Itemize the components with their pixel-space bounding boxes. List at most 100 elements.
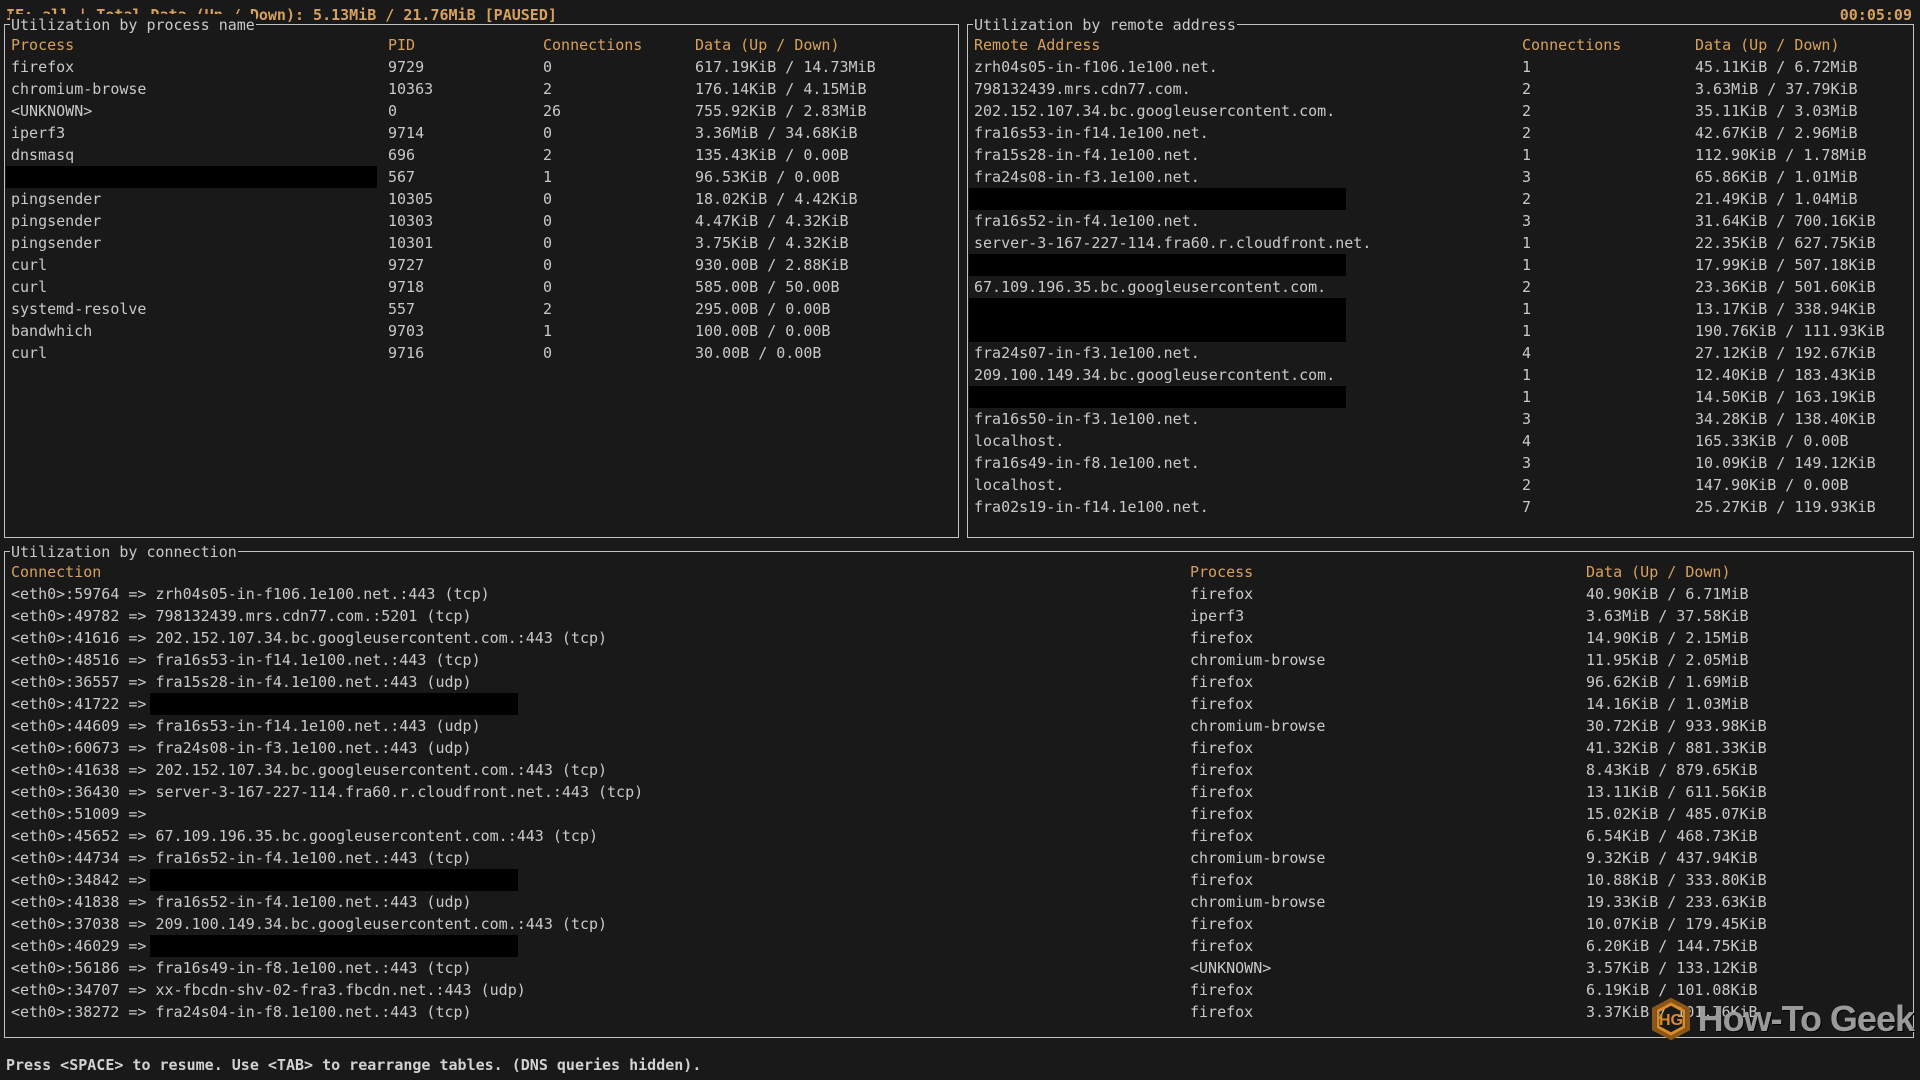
connections-count: 2 <box>1522 122 1695 144</box>
process-name: chromium-browse <box>1190 891 1586 913</box>
pid-value: 696 <box>388 144 543 166</box>
connection-endpoint: <eth0>:56186 => fra16s49-in-f8.1e100.net… <box>11 957 1190 979</box>
data-up-down: 3.57KiB / 133.12KiB <box>1586 957 1913 979</box>
data-up-down: 31.64KiB / 700.16KiB <box>1695 210 1913 232</box>
data-up-down: 41.32KiB / 881.33KiB <box>1586 737 1913 759</box>
connections-count: 2 <box>1522 78 1695 100</box>
redaction-box <box>150 869 518 891</box>
table-row: <eth0>:44609 => fra16s53-in-f14.1e100.ne… <box>5 715 1913 737</box>
data-up-down: 30.00B / 0.00B <box>695 342 958 364</box>
table-row: <eth0>:60673 => fra24s08-in-f3.1e100.net… <box>5 737 1913 759</box>
connections-count: 0 <box>543 342 695 364</box>
data-up-down: 9.32KiB / 437.94KiB <box>1586 847 1913 869</box>
howtogeek-wordmark: How-To Geek <box>1698 998 1914 1040</box>
pid-value: 9727 <box>388 254 543 276</box>
process-table-rows: firefox97290617.19KiB / 14.73MiBchromium… <box>5 56 958 364</box>
pid-value: 10303 <box>388 210 543 232</box>
data-up-down: 14.16KiB / 1.03MiB <box>1586 693 1913 715</box>
table-row: 221.49KiB / 1.04MiB <box>968 188 1913 210</box>
data-up-down: 34.28KiB / 138.40KiB <box>1695 408 1913 430</box>
remote-address: 67.109.196.35.bc.googleusercontent.com. <box>974 276 1522 298</box>
data-up-down: 35.11KiB / 3.03MiB <box>1695 100 1913 122</box>
connections-count: 4 <box>1522 430 1695 452</box>
process-table-header: Process PID Connections Data (Up / Down) <box>5 34 958 56</box>
data-up-down: 6.54KiB / 468.73KiB <box>1586 825 1913 847</box>
process-name: curl <box>11 254 388 276</box>
process-name: firefox <box>1190 913 1586 935</box>
process-name: pingsender <box>11 232 388 254</box>
connection-endpoint: <eth0>:41616 => 202.152.107.34.bc.google… <box>11 627 1190 649</box>
data-up-down: 165.33KiB / 0.00B <box>1695 430 1913 452</box>
panel-process-utilization: Utilization by process name Process PID … <box>4 24 959 538</box>
table-row: fra02s19-in-f14.1e100.net.725.27KiB / 11… <box>968 496 1913 518</box>
howtogeek-logo-icon: HG <box>1650 998 1692 1040</box>
pid-value: 567 <box>388 166 543 188</box>
process-name: firefox <box>1190 825 1586 847</box>
table-row: 209.100.149.34.bc.googleusercontent.com.… <box>968 364 1913 386</box>
data-up-down: 100.00B / 0.00B <box>695 320 958 342</box>
data-up-down: 112.90KiB / 1.78MiB <box>1695 144 1913 166</box>
connection-table-rows: <eth0>:59764 => zrh04s05-in-f106.1e100.n… <box>5 583 1913 1023</box>
data-up-down: 147.90KiB / 0.00B <box>1695 474 1913 496</box>
process-name: curl <box>11 342 388 364</box>
top-status-bar: IF: all | Total Data (Up / Down): 5.13Mi… <box>6 4 1912 26</box>
process-name: firefox <box>1190 759 1586 781</box>
pid-value: 9716 <box>388 342 543 364</box>
process-name: firefox <box>1190 781 1586 803</box>
pid-value: 9714 <box>388 122 543 144</box>
table-row: 114.50KiB / 163.19KiB <box>968 386 1913 408</box>
data-up-down: 3.36MiB / 34.68KiB <box>695 122 958 144</box>
data-up-down: 3.63MiB / 37.58KiB <box>1586 605 1913 627</box>
connection-endpoint: <eth0>:38272 => fra24s04-in-f8.1e100.net… <box>11 1001 1190 1023</box>
table-row: 67.109.196.35.bc.googleusercontent.com.2… <box>968 276 1913 298</box>
table-row: 798132439.mrs.cdn77.com.23.63MiB / 37.79… <box>968 78 1913 100</box>
data-up-down: 6.20KiB / 144.75KiB <box>1586 935 1913 957</box>
data-up-down: 3.75KiB / 4.32KiB <box>695 232 958 254</box>
remote-address: 209.100.149.34.bc.googleusercontent.com. <box>974 364 1522 386</box>
column-header-remote-address: Remote Address <box>974 34 1522 56</box>
table-row: <eth0>:41722 =>firefox14.16KiB / 1.03MiB <box>5 693 1913 715</box>
data-up-down: 13.17KiB / 338.94KiB <box>1695 298 1913 320</box>
table-row: systemd-resolve5572295.00B / 0.00B <box>5 298 958 320</box>
remote-address: zrh04s05-in-f106.1e100.net. <box>974 56 1522 78</box>
table-row: localhost.4165.33KiB / 0.00B <box>968 430 1913 452</box>
connections-count: 0 <box>543 232 695 254</box>
connection-endpoint: <eth0>:48516 => fra16s53-in-f14.1e100.ne… <box>11 649 1190 671</box>
column-header-connection: Connection <box>11 561 1190 583</box>
connections-count: 2 <box>543 144 695 166</box>
table-row: fra16s53-in-f14.1e100.net.242.67KiB / 2.… <box>968 122 1913 144</box>
table-row: <eth0>:44734 => fra16s52-in-f4.1e100.net… <box>5 847 1913 869</box>
remote-address: fra16s53-in-f14.1e100.net. <box>974 122 1522 144</box>
data-up-down: 21.49KiB / 1.04MiB <box>1695 188 1913 210</box>
data-up-down: 96.62KiB / 1.69MiB <box>1586 671 1913 693</box>
table-row: iperf3971403.36MiB / 34.68KiB <box>5 122 958 144</box>
process-name: iperf3 <box>1190 605 1586 627</box>
data-up-down: 42.67KiB / 2.96MiB <box>1695 122 1913 144</box>
data-up-down: 14.50KiB / 163.19KiB <box>1695 386 1913 408</box>
table-row: <eth0>:48516 => fra16s53-in-f14.1e100.ne… <box>5 649 1913 671</box>
connection-endpoint: <eth0>:41838 => fra16s52-in-f4.1e100.net… <box>11 891 1190 913</box>
table-row: pingsender10305018.02KiB / 4.42KiB <box>5 188 958 210</box>
data-up-down: 190.76KiB / 111.93KiB <box>1695 320 1913 342</box>
table-row: <eth0>:56186 => fra16s49-in-f8.1e100.net… <box>5 957 1913 979</box>
table-row: <eth0>:49782 => 798132439.mrs.cdn77.com.… <box>5 605 1913 627</box>
redaction-box <box>969 254 1346 276</box>
process-name: chromium-browse <box>1190 847 1586 869</box>
process-name: firefox <box>1190 803 1586 825</box>
connections-count: 2 <box>543 78 695 100</box>
table-row: <eth0>:41838 => fra16s52-in-f4.1e100.net… <box>5 891 1913 913</box>
terminal-screen[interactable]: IF: all | Total Data (Up / Down): 5.13Mi… <box>0 0 1920 1080</box>
process-name: pingsender <box>11 210 388 232</box>
remote-address: fra16s50-in-f3.1e100.net. <box>974 408 1522 430</box>
connections-count: 7 <box>1522 496 1695 518</box>
connection-endpoint: <eth0>:44609 => fra16s53-in-f14.1e100.ne… <box>11 715 1190 737</box>
data-up-down: 45.11KiB / 6.72MiB <box>1695 56 1913 78</box>
table-row: curl97180585.00B / 50.00B <box>5 276 958 298</box>
remote-address: fra24s08-in-f3.1e100.net. <box>974 166 1522 188</box>
table-row: <eth0>:41638 => 202.152.107.34.bc.google… <box>5 759 1913 781</box>
connections-count: 1 <box>1522 298 1695 320</box>
connections-count: 1 <box>543 320 695 342</box>
connection-endpoint: <eth0>:44734 => fra16s52-in-f4.1e100.net… <box>11 847 1190 869</box>
redaction-box <box>969 298 1346 320</box>
table-row: fra16s52-in-f4.1e100.net.331.64KiB / 700… <box>968 210 1913 232</box>
